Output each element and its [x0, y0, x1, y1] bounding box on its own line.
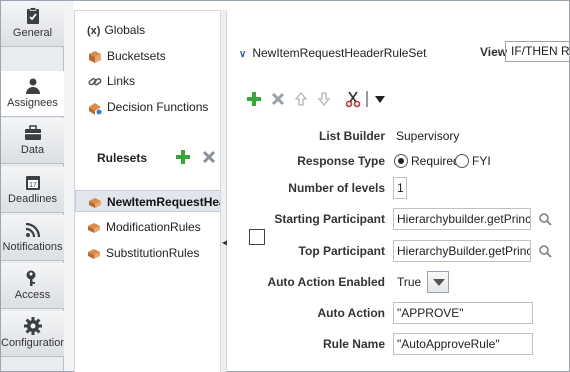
nav-item-label: Links — [107, 74, 136, 88]
view-label: View — [480, 45, 508, 59]
search-icon[interactable] — [538, 244, 552, 258]
response-type-radio-required[interactable]: Required — [394, 150, 460, 172]
starting-participant-field[interactable]: Hierarchybuilder.getPrincipal( — [393, 208, 531, 230]
starting-participant-label: Starting Participant — [274, 212, 385, 226]
tab-label: Notifications — [2, 241, 63, 253]
rule-name-field[interactable]: "AutoApproveRule" — [393, 333, 533, 355]
auto-action-enabled-dropdown-button[interactable] — [427, 271, 449, 293]
ruleset-title: ∨ NewItemRequestHeaderRuleSet — [239, 46, 426, 60]
auto-action-enabled-label: Auto Action Enabled — [267, 275, 385, 289]
decision-function-icon — [89, 102, 102, 115]
svg-text:17: 17 — [29, 182, 37, 189]
delete-ruleset-icon[interactable] — [201, 149, 217, 165]
gear-icon — [23, 317, 42, 335]
collapse-chevron-icon[interactable]: ∨ — [239, 49, 246, 60]
briefcase-icon — [24, 125, 41, 140]
delete-icon[interactable] — [269, 90, 287, 108]
key-icon — [26, 270, 35, 286]
ruleset-icon — [88, 248, 100, 259]
tab-label: Assignees — [7, 97, 58, 109]
pane-splitter[interactable]: ◀ — [220, 10, 228, 372]
list-builder-label: List Builder — [318, 129, 385, 143]
nav-item-label: Bucketsets — [107, 49, 166, 63]
auto-action-label: Auto Action — [317, 306, 385, 320]
rule-name-label: Rule Name — [322, 337, 385, 351]
tab-general[interactable]: General — [1, 1, 64, 47]
number-of-levels-field[interactable]: 1 — [393, 177, 407, 199]
ruleset-editor: ∨ NewItemRequestHeaderRuleSet View IF/THE… — [227, 1, 570, 371]
ruleset-item[interactable]: SubstitutionRules — [75, 242, 221, 264]
auto-action-field[interactable]: "APPROVE" — [393, 302, 533, 324]
tab-data[interactable]: Data — [1, 118, 64, 164]
nav-item-decision-functions[interactable]: Decision Functions — [87, 98, 208, 116]
ruleset-title-text: NewItemRequestHeaderRuleSet — [252, 46, 427, 60]
tab-label: Data — [20, 144, 45, 156]
tab-label: General — [12, 27, 53, 39]
tab-label: Deadlines — [8, 193, 57, 205]
nav-item-label: Decision Functions — [107, 100, 209, 114]
add-icon[interactable] — [245, 90, 263, 108]
move-up-icon[interactable] — [292, 90, 310, 108]
nav-item-bucketsets[interactable]: Bucketsets — [87, 47, 166, 65]
rules-navigator: (x) Globals Bucketsets Links Decision Fun… — [74, 10, 221, 372]
vertical-tab-strip: General Assignees Data 17 Deadlines Noti… — [1, 1, 67, 371]
rss-icon — [25, 222, 40, 238]
radio-label: FYI — [472, 154, 491, 168]
nav-item-label: Globals — [104, 23, 146, 37]
radio-label: Required — [411, 154, 460, 168]
variable-icon: (x) — [87, 25, 101, 37]
top-participant-label: Top Participant — [298, 244, 385, 258]
ruleset-label: ModificationRules — [106, 220, 201, 234]
bucketset-icon — [89, 50, 101, 63]
radio-button-selected[interactable] — [394, 154, 408, 168]
ruleset-icon — [88, 222, 100, 233]
rulesets-header: Rulesets — [97, 151, 148, 165]
tab-configuration[interactable]: Configuration — [1, 311, 67, 357]
person-icon — [25, 78, 40, 94]
response-type-label: Response Type — [297, 154, 385, 168]
tab-label: Configuration — [1, 337, 67, 349]
dropdown-arrow-icon[interactable] — [372, 90, 390, 108]
search-icon[interactable] — [538, 212, 552, 226]
tab-assignees[interactable]: Assignees — [1, 71, 65, 117]
ruleset-icon — [89, 197, 101, 208]
cut-icon[interactable] — [344, 90, 362, 108]
number-of-levels-label: Number of levels — [288, 181, 385, 195]
response-type-radio-fyi[interactable]: FYI — [455, 150, 491, 172]
ruleset-item[interactable]: ModificationRules — [75, 216, 221, 238]
list-builder-value: Supervisory — [396, 129, 460, 143]
ruleset-label: NewItemRequestHeaderRuleSet — [107, 195, 220, 209]
nav-item-links[interactable]: Links — [87, 72, 135, 90]
top-participant-field[interactable]: HierarchyBuilder.getPrincipal( — [393, 240, 531, 262]
nav-item-globals[interactable]: (x) Globals — [87, 21, 145, 39]
clipboard-icon — [26, 7, 39, 24]
move-down-icon[interactable] — [315, 90, 333, 108]
link-icon — [88, 77, 102, 86]
tab-notifications[interactable]: Notifications — [1, 215, 64, 261]
calendar-icon: 17 — [25, 176, 40, 190]
tab-deadlines[interactable]: 17 Deadlines — [1, 167, 64, 213]
tab-access[interactable]: Access — [1, 263, 64, 309]
pane-gutter — [64, 1, 74, 371]
tab-label: Access — [14, 289, 51, 301]
add-ruleset-icon[interactable] — [175, 149, 191, 165]
radio-button[interactable] — [455, 154, 469, 168]
auto-action-enabled-select[interactable]: True — [393, 271, 427, 293]
ruleset-label: SubstitutionRules — [106, 246, 200, 260]
view-select[interactable]: IF/THEN Rules — [505, 41, 570, 62]
ruleset-item[interactable]: NewItemRequestHeaderRuleSet — [75, 190, 221, 212]
